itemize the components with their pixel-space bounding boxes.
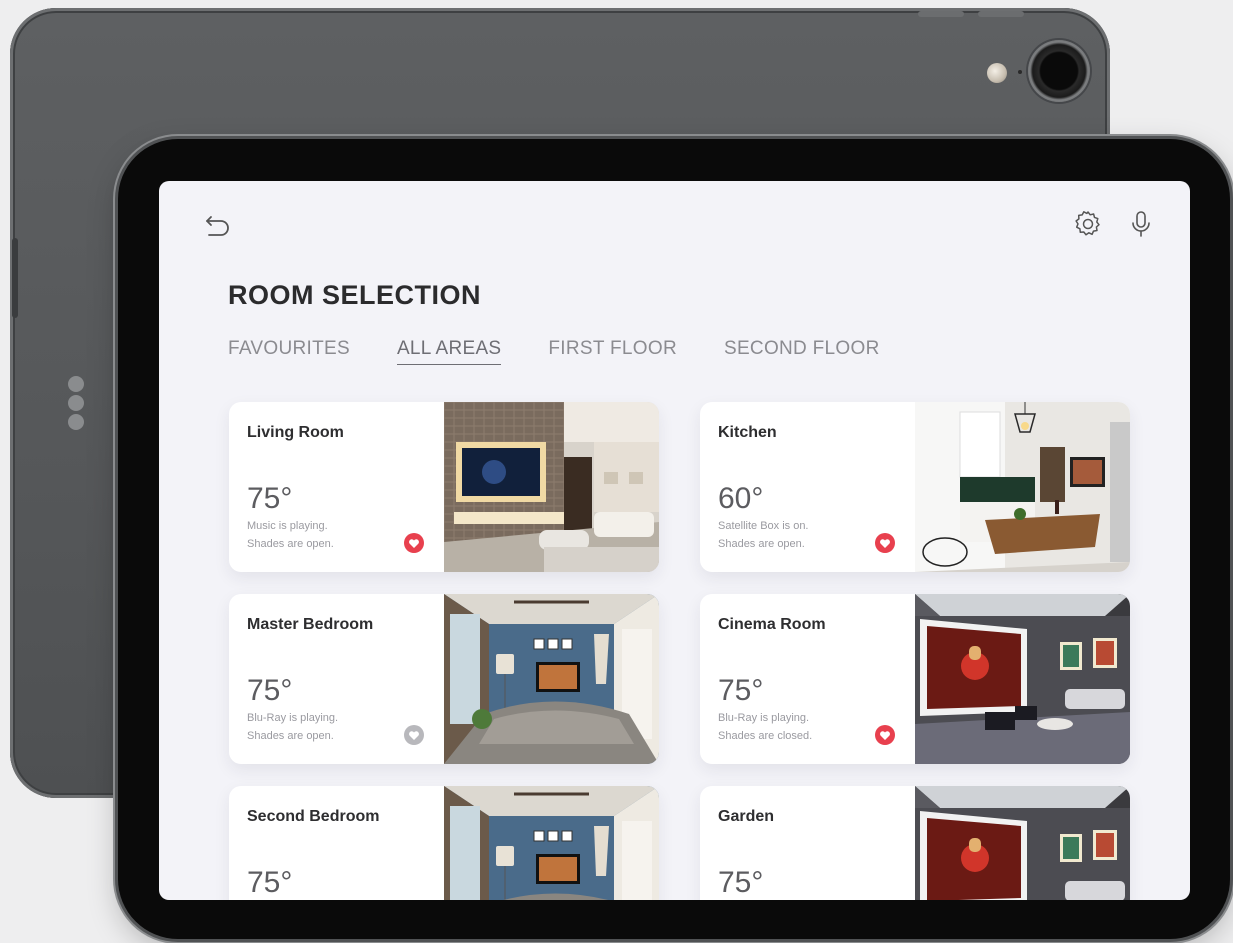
room-name: Kitchen [718,424,777,441]
room-name: Living Room [247,424,344,441]
room-shades-status: Shades are closed. [718,730,813,742]
app-screen: ROOM SELECTION FAVOURITES ALL AREAS FIRS… [159,181,1190,900]
tab-favourites[interactable]: FAVOURITES [228,338,350,365]
room-name: Second Bedroom [247,808,380,825]
room-status: Blu-Ray is playing. [718,712,810,724]
room-temperature: 75° [718,866,764,899]
second-bedroom-photo [444,786,659,900]
garden-photo [915,786,1130,900]
room-temperature: 60° [718,482,764,515]
device-microphone [1018,70,1022,74]
cinema-room-photo [915,594,1130,764]
smart-connector [68,376,84,433]
tab-first-floor[interactable]: FIRST FLOOR [548,338,677,365]
room-temperature: 75° [247,482,293,515]
back-arrow-icon[interactable] [203,211,233,246]
volume-button [978,11,1024,17]
tab-all-areas[interactable]: ALL AREAS [396,338,502,365]
room-card-kitchen[interactable]: Kitchen 60° Satellite Box is on. Shades … [700,402,1130,572]
room-status: Blu-Ray is playing. [247,712,339,724]
living-room-photo [444,402,659,572]
gear-icon[interactable] [1073,209,1103,244]
room-name: Cinema Room [718,616,826,633]
master-bedroom-photo [444,594,659,764]
room-temperature: 75° [718,674,764,707]
room-card-garden[interactable]: Garden 75° [700,786,1130,900]
room-temperature: 75° [247,674,293,707]
favourite-heart-icon[interactable] [404,533,424,553]
room-temperature: 75° [247,866,293,899]
room-card-master-bedroom[interactable]: Master Bedroom 75° Blu-Ray is playing. S… [229,594,659,764]
favourite-heart-icon[interactable] [875,533,895,553]
tab-second-floor[interactable]: SECOND FLOOR [724,338,880,365]
room-card-second-bedroom[interactable]: Second Bedroom 75° [229,786,659,900]
microphone-icon[interactable] [1128,209,1154,244]
favourite-heart-icon[interactable] [875,725,895,745]
room-shades-status: Shades are open. [718,538,805,550]
device-front: ROOM SELECTION FAVOURITES ALL AREAS FIRS… [118,139,1230,939]
room-card-living-room[interactable]: Living Room 75° Music is playing. Shades… [229,402,659,572]
favourite-heart-icon[interactable] [404,725,424,745]
room-name: Garden [718,808,775,825]
room-shades-status: Shades are open. [247,730,334,742]
room-status: Satellite Box is on. [718,520,809,532]
area-tabs: FAVOURITES ALL AREAS FIRST FLOOR SECOND … [228,338,927,365]
camera-lens [1028,40,1090,102]
room-status: Music is playing. [247,520,328,532]
room-name: Master Bedroom [247,616,374,633]
room-card-cinema-room[interactable]: Cinema Room 75° Blu-Ray is playing. Shad… [700,594,1130,764]
room-shades-status: Shades are open. [247,538,334,550]
device-side-strip [12,238,18,318]
kitchen-photo [915,402,1130,572]
page-title: ROOM SELECTION [228,280,482,310]
camera-flash [987,63,1007,83]
volume-button [918,11,964,17]
